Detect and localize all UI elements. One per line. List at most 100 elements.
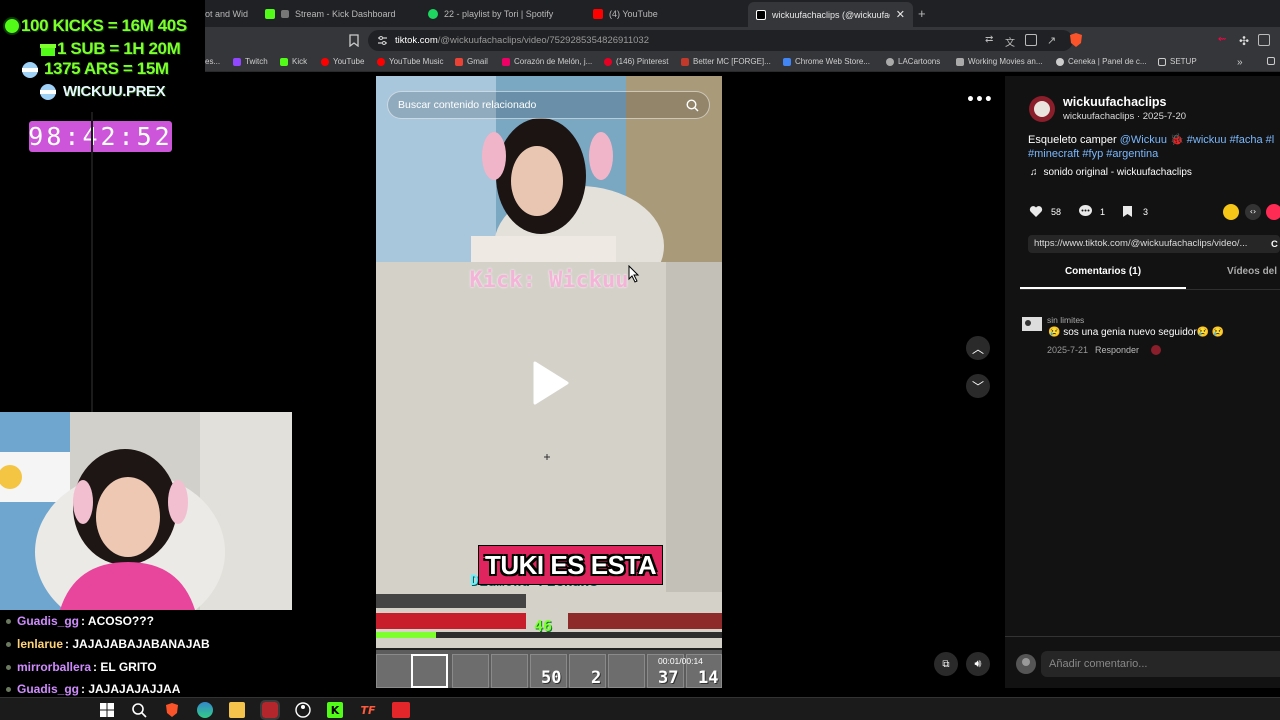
bookmark-working-movies[interactable]: Working Movies an... — [956, 57, 1043, 66]
windows-start-icon[interactable] — [99, 702, 115, 718]
commenter-name[interactable]: sin limites — [1047, 315, 1084, 325]
address-bar[interactable]: tiktok.com/@wickuufachaclips/video/75292… — [368, 30, 1073, 51]
author-display-name[interactable]: wickuufachaclips — [1063, 95, 1167, 109]
bookmark-ceneka[interactable]: Ceneka | Panel de c... — [1056, 57, 1147, 66]
mention-link[interactable]: @Wickuu — [1120, 134, 1167, 146]
chat-username: Guadis_gg — [17, 614, 80, 628]
bookmark-item[interactable]: es... — [205, 57, 220, 66]
save-bookmark-icon[interactable] — [1122, 205, 1133, 218]
tab-spotify[interactable]: 22 - playlist by Tori | Spotify — [428, 4, 578, 23]
hotbar-slot-selected — [411, 654, 448, 688]
bookmark-icon[interactable] — [349, 34, 359, 47]
commenter-avatar[interactable] — [1020, 313, 1044, 335]
hashtag-links[interactable]: #wickuu #facha #l — [1187, 134, 1274, 146]
slot-count: 50 — [541, 668, 562, 688]
slot-count: 2 — [591, 668, 602, 688]
brave-browser-icon[interactable] — [164, 702, 180, 718]
bookmark-folder-setup[interactable]: SETUP — [1158, 57, 1197, 66]
tab-label: Stream - Kick Dashboard — [295, 8, 396, 19]
tf-app-icon[interactable]: TF — [360, 702, 376, 718]
tab-creator-videos[interactable]: Vídeos del c — [1227, 266, 1280, 277]
twitch-icon — [233, 57, 241, 66]
stream-chat: Guadis_gg: ACOSO??? lenlarue: JAJAJABAJA… — [0, 610, 375, 698]
file-explorer-icon[interactable] — [229, 702, 245, 718]
youtube-music-icon — [377, 57, 385, 66]
streaming-app-icon[interactable] — [260, 700, 280, 720]
kick-app-icon[interactable]: K — [327, 702, 343, 718]
comment-icon[interactable] — [1078, 204, 1093, 218]
copy-link-button[interactable]: C — [1271, 239, 1278, 250]
bookmark-pinterest[interactable]: (146) Pinterest — [604, 57, 668, 66]
brave-shield-icon[interactable] — [1069, 32, 1083, 48]
author-meta: wickuufachaclips · 2025-7-20 — [1063, 111, 1187, 122]
tab-kick-dashboard[interactable]: Stream - Kick Dashboard — [265, 4, 415, 23]
hotbar-slot — [608, 654, 645, 688]
bookmark-corazon-de-melon[interactable]: Corazón de Melón, j... — [502, 57, 592, 66]
search-icon[interactable] — [131, 702, 147, 718]
tab-comments[interactable]: Comentarios (1) — [1020, 266, 1186, 277]
more-options-icon[interactable]: ••• — [966, 92, 993, 112]
kick-icon — [265, 8, 275, 19]
tiktok-video-player[interactable]: Buscar contenido relacionado Kick: Wicku… — [376, 76, 722, 688]
bookmark-youtube[interactable]: YouTube — [321, 57, 364, 66]
globe-icon — [886, 57, 894, 66]
bookmark-twitch[interactable]: Twitch — [233, 57, 268, 66]
bookmark-better-mc[interactable]: Better MC [FORGE]... — [681, 57, 771, 66]
edge-browser-icon[interactable] — [197, 702, 213, 718]
hashtag-links[interactable]: #minecraft #fyp #argentina — [1028, 148, 1158, 160]
bookmarks-bar: es... Twitch Kick YouTube YouTube Music … — [205, 54, 1280, 72]
url-host: tiktok.com — [395, 35, 438, 46]
sound-link[interactable]: ♫ sonido original - wickuufachaclips — [1030, 167, 1192, 178]
heart-icon[interactable] — [1029, 205, 1043, 218]
new-tab-button[interactable]: + — [918, 4, 926, 23]
site-settings-icon[interactable] — [377, 35, 388, 46]
add-comment-input[interactable]: Añadir comentario... — [1041, 651, 1280, 677]
chat-message: mirrorballera: EL GRITO — [6, 660, 157, 674]
chat-text: : EL GRITO — [93, 660, 157, 674]
author-avatar[interactable] — [1028, 95, 1056, 123]
obs-icon[interactable] — [295, 702, 311, 718]
share-url-field[interactable]: https://www.tiktok.com/@wickuufachaclips… — [1028, 235, 1280, 253]
reply-button[interactable]: Responder — [1095, 345, 1139, 355]
coin-share-icon[interactable] — [1223, 204, 1239, 220]
share-send-icon[interactable] — [1266, 204, 1280, 220]
search-icon[interactable] — [686, 99, 699, 112]
movie-app-icon[interactable] — [392, 702, 410, 718]
bookmark-gmail[interactable]: Gmail — [455, 57, 488, 66]
subathon-goals-overlay: 100 KICKS = 16M 40S 1 SUB = 1H 20M 1375 … — [0, 0, 205, 112]
chat-message: lenlarue: JAJAJABAJABANAJAB — [6, 637, 210, 651]
play-icon[interactable] — [531, 361, 569, 405]
gift-sub-icon — [40, 44, 56, 56]
volume-icon[interactable]: 🔊︎ — [966, 652, 990, 676]
donation-icon — [40, 84, 56, 100]
picture-in-picture-icon[interactable]: ⧉ — [934, 652, 958, 676]
sidebar-toggle-icon[interactable] — [1258, 34, 1270, 46]
extension-icon[interactable]: ⇜ — [1218, 34, 1230, 46]
share-icon[interactable]: ↗ — [1047, 34, 1059, 47]
more-bookmarks-chevron-icon[interactable]: » — [1237, 57, 1243, 68]
bookmark-lacartoons[interactable]: LACartoons — [886, 57, 940, 66]
user-avatar — [1016, 654, 1036, 674]
bookmark-youtube-music[interactable]: YouTube Music — [377, 57, 444, 66]
extensions-puzzle-icon[interactable]: ✣ — [1239, 34, 1251, 48]
bookmark-kick[interactable]: Kick — [280, 57, 307, 66]
related-search-input[interactable]: Buscar contenido relacionado — [387, 91, 710, 119]
spotify-icon — [428, 8, 438, 19]
translate-icon[interactable]: ⇄ — [985, 34, 997, 46]
embed-icon[interactable]: ‹› — [1245, 204, 1261, 220]
tab-tiktok[interactable]: wickuufachaclips (@wickuufacha ✕ — [748, 2, 913, 27]
read-aloud-icon[interactable]: 文 — [1005, 34, 1017, 49]
bookmark-label: es... — [205, 57, 221, 66]
tab-youtube[interactable]: (4) YouTube — [593, 4, 733, 23]
other-bookmarks-folder-icon[interactable] — [1267, 57, 1275, 65]
cast-icon[interactable] — [1025, 34, 1037, 46]
bookmark-label: Corazón de Melón, j... — [514, 57, 593, 66]
next-video-chevron-down-icon[interactable]: ﹀ — [966, 374, 990, 398]
previous-video-chevron-up-icon[interactable]: ︿ — [966, 336, 990, 360]
close-tab-icon[interactable]: ✕ — [896, 8, 905, 21]
hotbar-slot — [376, 654, 413, 688]
tab-overlay[interactable]: ot and Wid — [205, 4, 250, 23]
tab-label: ot and Wid — [205, 8, 249, 19]
bookmark-chrome-web-store[interactable]: Chrome Web Store... — [783, 57, 870, 66]
url-path: /@wickuufachaclips/video/752928535482691… — [437, 35, 650, 46]
